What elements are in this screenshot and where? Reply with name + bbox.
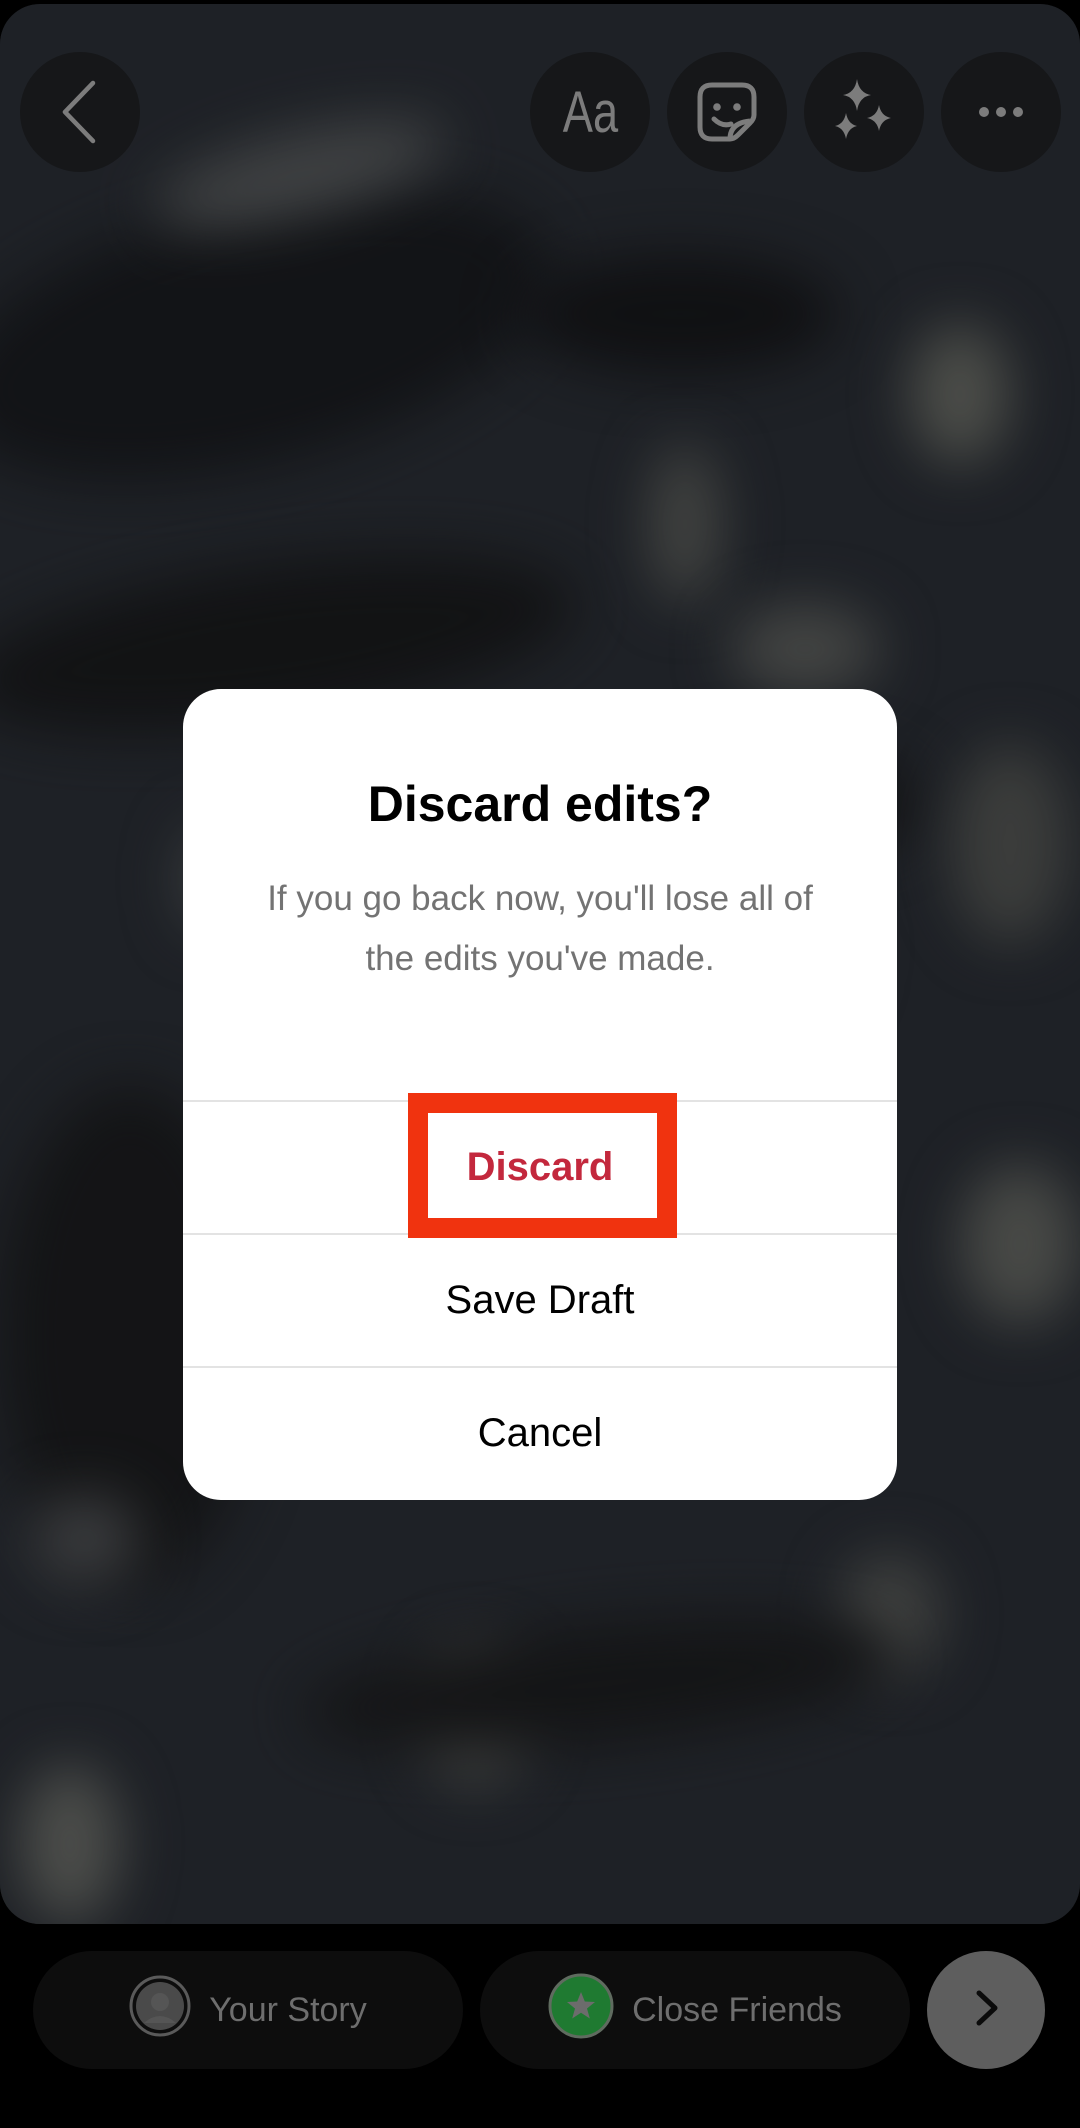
chevron-left-icon (55, 77, 105, 147)
dialog-message: If you go back now, you'll lose all of t… (267, 879, 813, 978)
sticker-icon (694, 79, 760, 145)
dialog-title: Discard edits? (367, 776, 713, 832)
effects-tool-button[interactable] (804, 52, 924, 172)
save-draft-button[interactable]: Save Draft (183, 1235, 897, 1366)
more-horizontal-icon (976, 105, 1026, 119)
your-story-label: Your Story (209, 1990, 367, 2029)
star-icon (548, 1973, 614, 2048)
discard-edits-dialog: Discard edits? If you go back now, you'l… (183, 689, 897, 1500)
sparkles-icon (829, 77, 899, 147)
close-friends-button[interactable]: Close Friends (480, 1951, 910, 2069)
text-tool-button[interactable]: Aa (530, 52, 650, 172)
more-options-button[interactable] (941, 52, 1061, 172)
close-friends-label: Close Friends (632, 1990, 842, 2029)
your-story-button[interactable]: Your Story (33, 1951, 463, 2069)
next-button[interactable] (927, 1951, 1045, 2069)
avatar-icon (129, 1975, 191, 2046)
back-button[interactable] (20, 52, 140, 172)
chevron-right-icon (971, 1988, 1001, 2033)
discard-button[interactable]: Discard (183, 1102, 897, 1233)
cancel-button[interactable]: Cancel (183, 1368, 897, 1499)
text-icon: Aa (562, 79, 618, 145)
sticker-tool-button[interactable] (667, 52, 787, 172)
